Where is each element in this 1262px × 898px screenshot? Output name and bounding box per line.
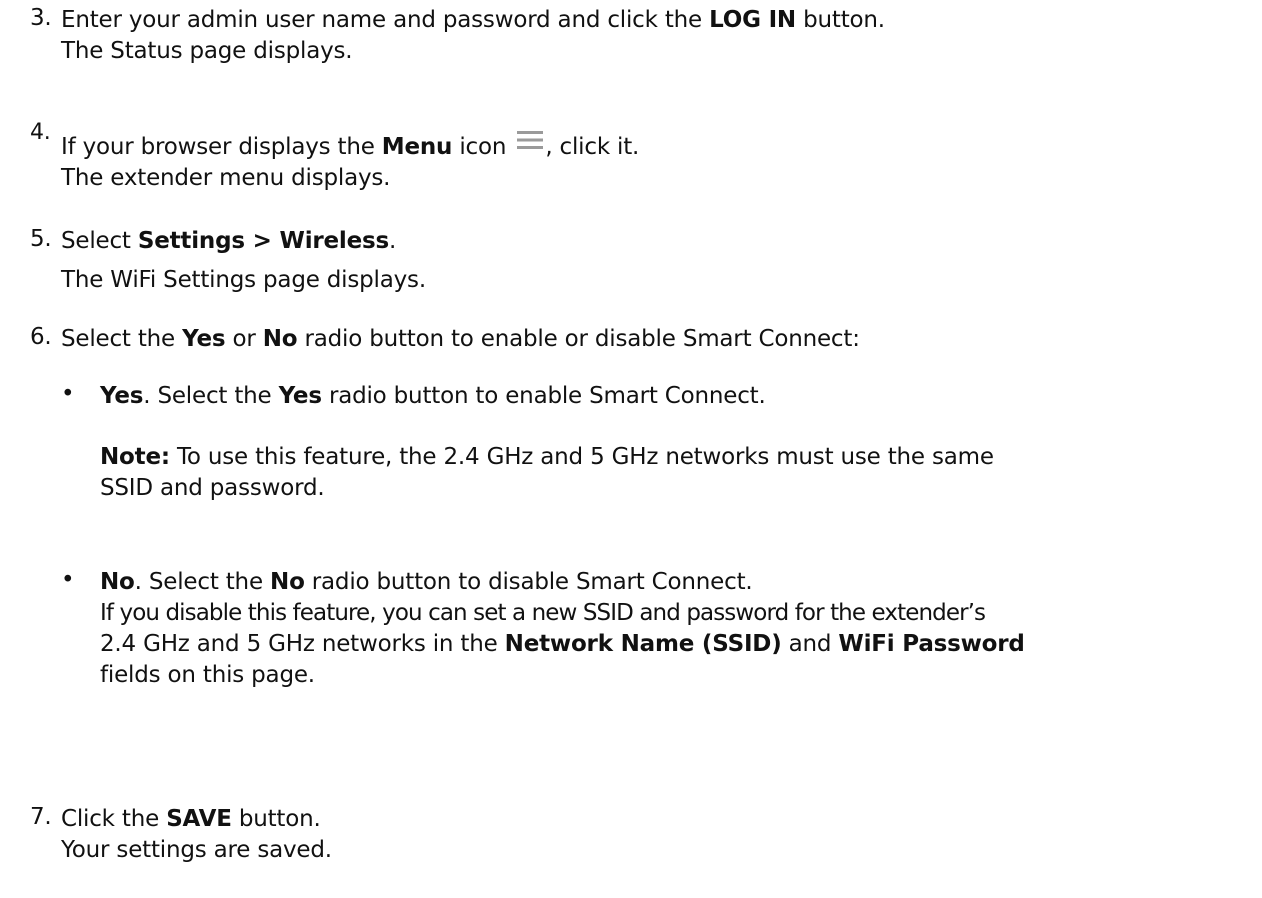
step-4: 4. If your browser displays the Menu ico… xyxy=(30,120,1254,194)
menu-icon xyxy=(517,131,544,149)
step-number: 3. xyxy=(30,5,52,31)
note-text-continued: SSID and password. xyxy=(100,475,325,501)
bullet-no: • No. Select the No radio button to disa… xyxy=(61,567,1254,691)
step-number: 4. xyxy=(30,120,51,145)
instructions-page: 3. Enter your admin user name and passwo… xyxy=(0,0,1262,898)
step-instruction: Select the Yes or No radio button to ena… xyxy=(61,326,860,352)
step-number: 5. xyxy=(30,226,52,252)
step-result: The extender menu displays. xyxy=(61,165,391,191)
network-name-label: Network Name (SSID) xyxy=(504,631,782,657)
step-result: The WiFi Settings page displays. xyxy=(61,267,426,293)
step-5: 5. Select Settings > Wireless. The WiFi … xyxy=(30,226,1254,296)
bullet-detail: fields on this page. xyxy=(100,662,315,688)
no-label: No xyxy=(262,326,298,352)
save-label: SAVE xyxy=(166,806,232,832)
step-6: 6. Select the Yes or No radio button to … xyxy=(30,324,1254,355)
note-text: Note: To use this feature, the 2.4 GHz a… xyxy=(100,444,994,470)
step-result: The Status page displays. xyxy=(61,38,353,64)
step-instruction: If your browser displays the Menu icon ,… xyxy=(61,130,1254,163)
bullet-dot: • xyxy=(61,381,75,407)
step-instruction: Select Settings > Wireless. xyxy=(61,228,397,254)
menu-label: Menu xyxy=(381,134,453,160)
step-instruction: Click the SAVE button. xyxy=(61,806,321,832)
step-number: 6. xyxy=(30,324,52,350)
bullet-yes: • Yes. Select the Yes radio button to en… xyxy=(61,381,1254,412)
bullet-detail: If you disable this feature, you can set… xyxy=(100,600,986,626)
step-result: Your settings are saved. xyxy=(61,837,332,863)
yes-label: Yes xyxy=(182,326,226,352)
step-number: 7. xyxy=(30,804,52,830)
note-label: Note: xyxy=(100,444,170,470)
step-7: 7. Click the SAVE button. Your settings … xyxy=(30,804,1254,866)
log-in-label: LOG IN xyxy=(709,7,796,33)
wifi-password-label: WiFi Password xyxy=(838,631,1025,657)
bullet-dot: • xyxy=(61,567,75,593)
bullet-text: No. Select the No radio button to disabl… xyxy=(100,569,753,595)
bullet-detail: 2.4 GHz and 5 GHz networks in the Networ… xyxy=(100,631,1025,657)
bullet-text: Yes. Select the Yes radio button to enab… xyxy=(100,383,766,409)
note-block: Note: To use this feature, the 2.4 GHz a… xyxy=(100,442,1254,504)
step-instruction: Enter your admin user name and password … xyxy=(61,7,885,33)
step-3: 3. Enter your admin user name and passwo… xyxy=(30,5,1254,67)
settings-wireless-label: Settings > Wireless xyxy=(137,228,389,254)
